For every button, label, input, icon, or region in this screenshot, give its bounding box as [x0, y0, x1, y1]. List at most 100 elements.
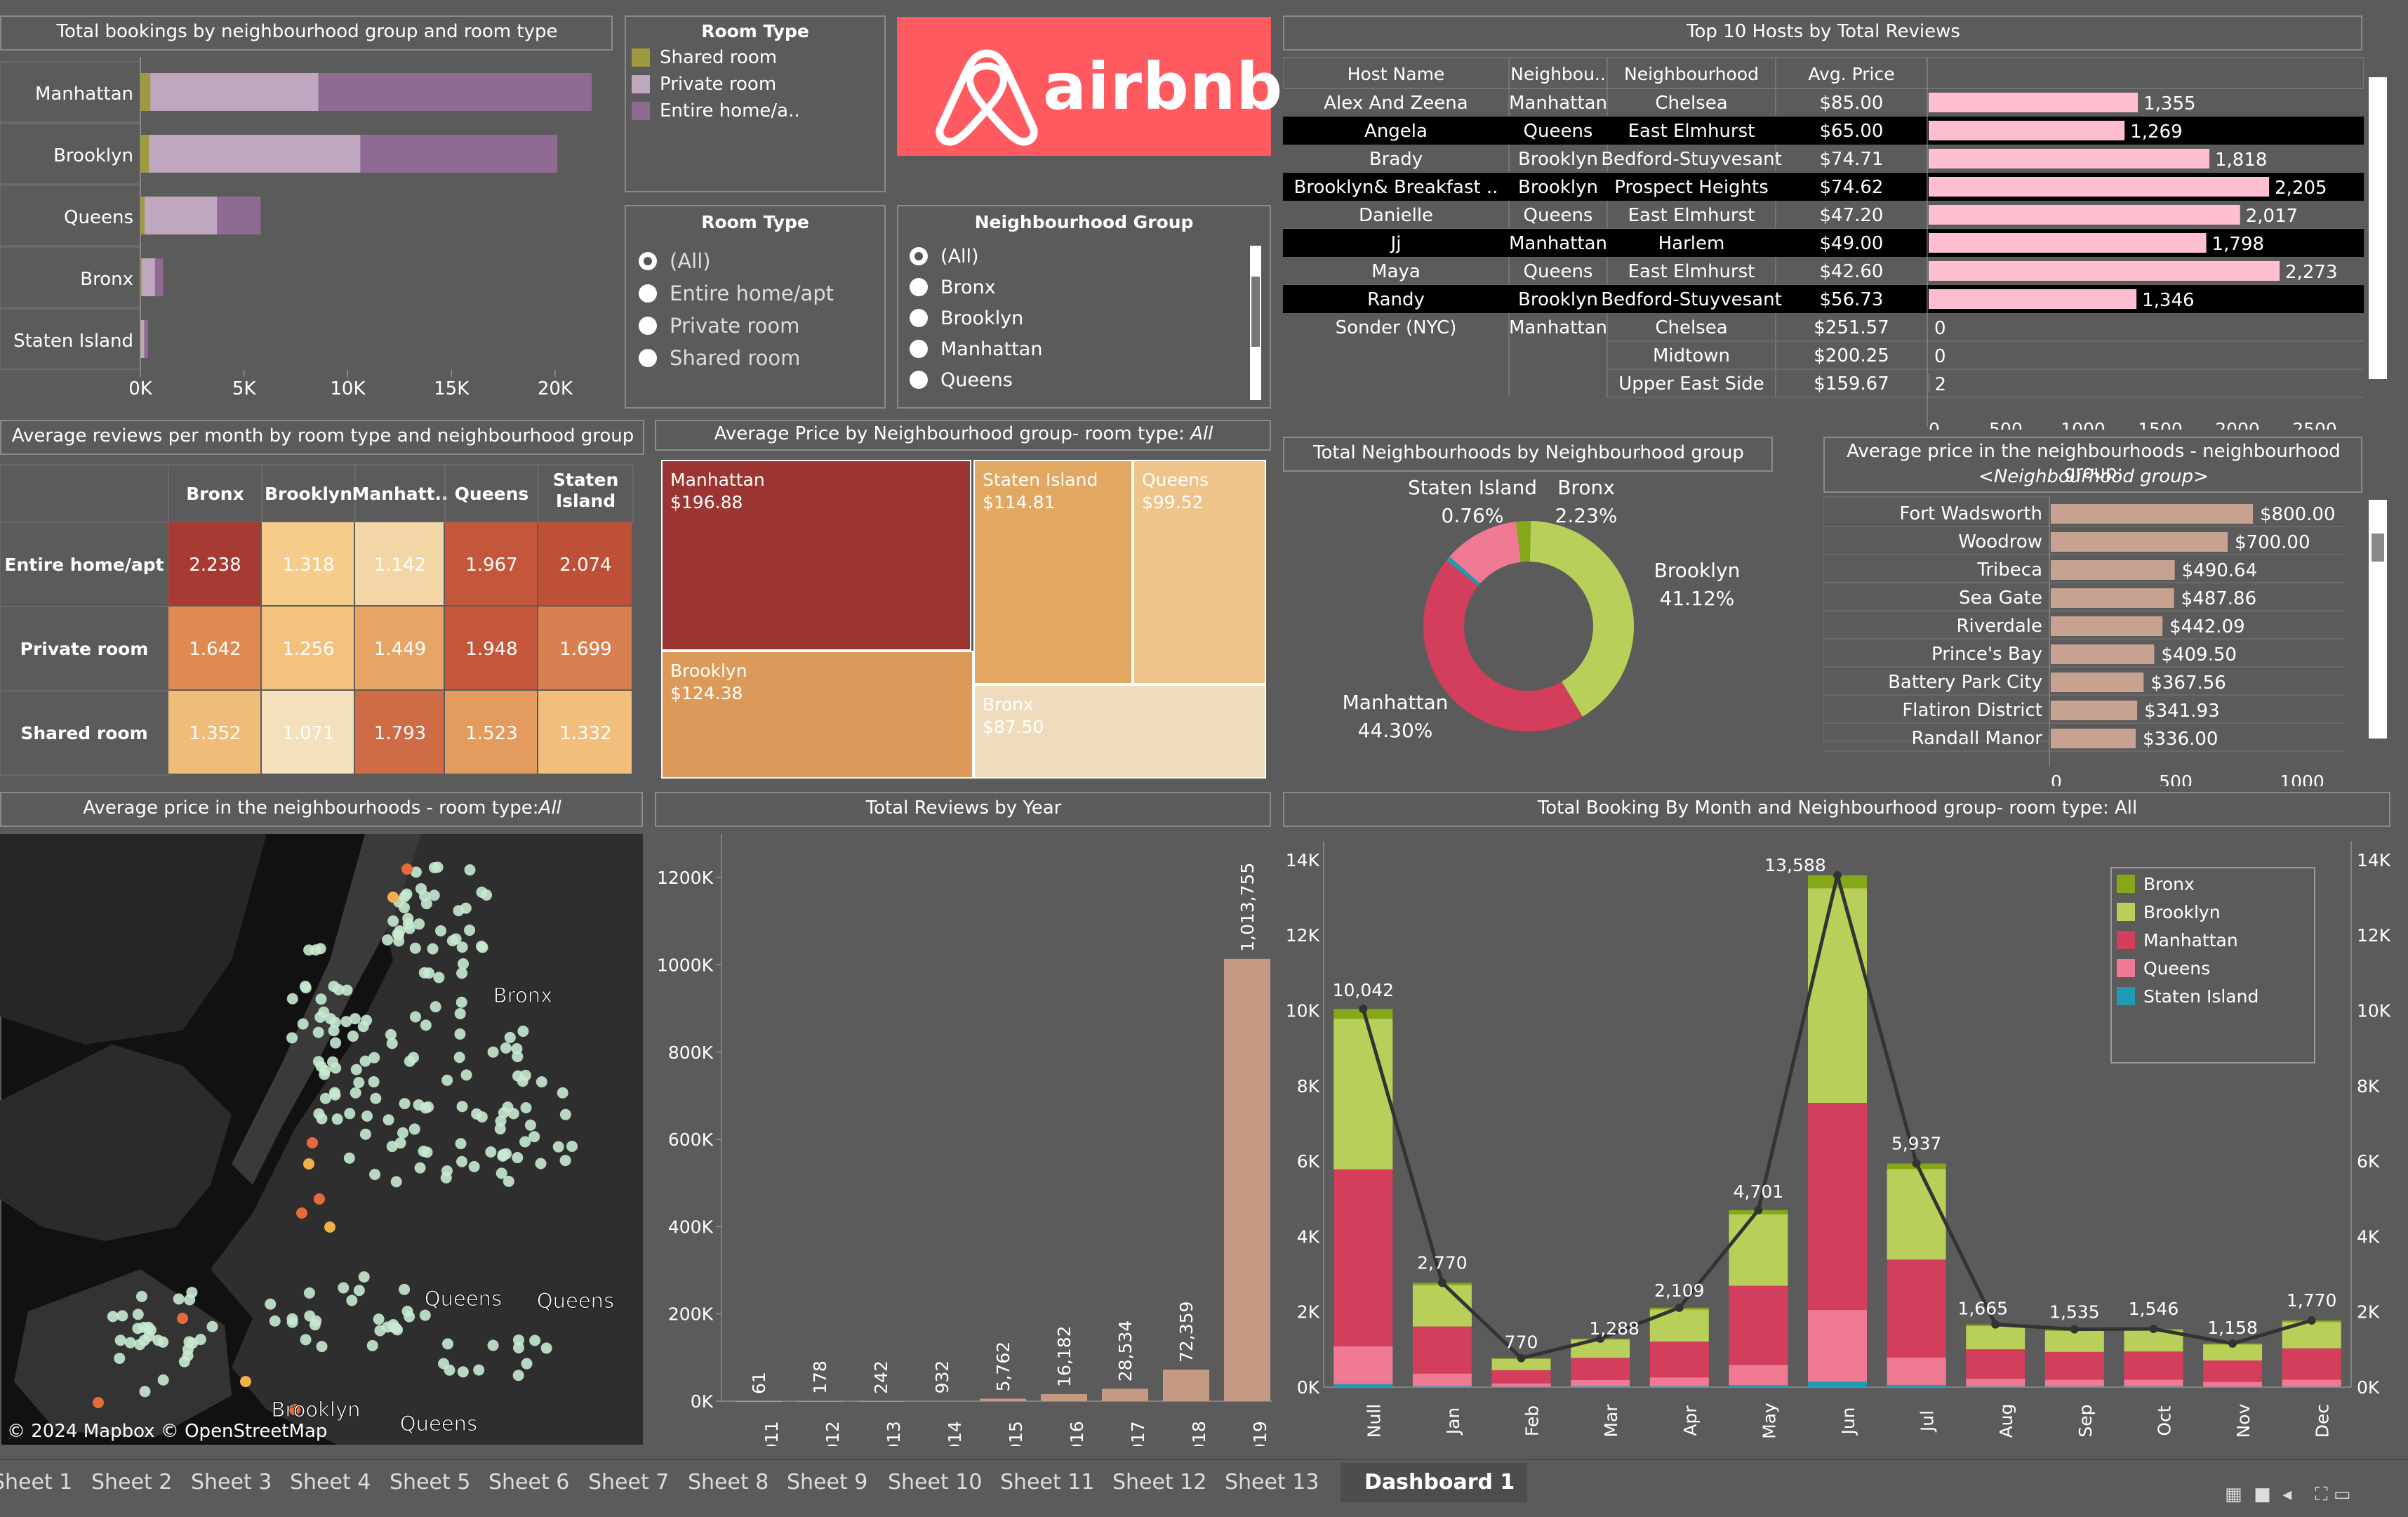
total-point[interactable]	[1754, 1206, 1762, 1214]
sheet-tab[interactable]: Sheet 8	[688, 1467, 769, 1498]
booking-bar-private-room[interactable]	[145, 197, 217, 234]
listing-dot[interactable]	[351, 1064, 362, 1075]
listing-dot[interactable]	[441, 1165, 453, 1177]
listing-dot[interactable]	[447, 935, 458, 946]
listing-dot[interactable]	[413, 1099, 425, 1111]
column-header[interactable]: Neighbou..	[1510, 64, 1606, 84]
listing-dot[interactable]	[420, 1310, 431, 1321]
sheet-tab[interactable]: Sheet 4	[290, 1467, 371, 1498]
listing-dot[interactable]	[454, 1028, 465, 1040]
sheet-tab[interactable]: Sheet 2	[91, 1467, 172, 1498]
listing-dot[interactable]	[477, 1111, 488, 1122]
listing-dot[interactable]	[327, 1056, 338, 1068]
year-bar[interactable]	[980, 1398, 1026, 1401]
month-bar-segment[interactable]	[1729, 1385, 1788, 1387]
listing-dot[interactable]	[265, 1299, 276, 1310]
month-bar-segment[interactable]	[1492, 1384, 1551, 1387]
month-bar-segment[interactable]	[2045, 1352, 2104, 1380]
month-bar-segment[interactable]	[1413, 1386, 1472, 1387]
total-point[interactable]	[1675, 1304, 1684, 1312]
sheet-tab[interactable]: Sheet 10	[888, 1467, 982, 1498]
hood-bar[interactable]	[2051, 729, 2136, 748]
booking-bar-private-room[interactable]	[150, 73, 318, 111]
listing-dot[interactable]	[415, 1162, 426, 1174]
listing-dot[interactable]	[536, 1158, 547, 1169]
radio-icon[interactable]	[639, 252, 657, 270]
listing-dot[interactable]	[415, 883, 427, 894]
listing-dot[interactable]	[350, 1087, 361, 1099]
listing-dot[interactable]	[418, 1146, 430, 1157]
month-bar-segment[interactable]	[1333, 1346, 1392, 1384]
total-point[interactable]	[1359, 1005, 1367, 1013]
listing-dot[interactable]	[115, 1334, 126, 1346]
year-bar[interactable]	[919, 1400, 965, 1401]
radio-icon[interactable]	[910, 371, 928, 389]
month-bar-segment[interactable]	[1808, 1103, 1867, 1310]
month-bar-segment[interactable]	[1571, 1380, 1630, 1386]
listing-dot[interactable]	[458, 958, 469, 969]
review-bar[interactable]	[1929, 93, 2138, 112]
present-icon[interactable]: ▭	[2334, 1484, 2351, 1505]
month-bar-segment[interactable]	[1333, 1170, 1392, 1346]
listing-dot-high[interactable]	[314, 1193, 325, 1205]
listing-dot[interactable]	[557, 1087, 568, 1099]
listing-dot[interactable]	[315, 943, 326, 954]
month-bar-segment[interactable]	[1492, 1370, 1551, 1384]
radio-option[interactable]: Private room	[639, 310, 884, 342]
listing-dot[interactable]	[139, 1386, 150, 1397]
listing-dot[interactable]	[455, 1008, 466, 1019]
booking-bar-private-room[interactable]	[149, 135, 360, 173]
total-point[interactable]	[2228, 1339, 2237, 1348]
radio-icon[interactable]	[639, 349, 657, 367]
sheet-tab[interactable]: Sheet 12	[1112, 1467, 1206, 1498]
radio-icon[interactable]	[910, 309, 928, 327]
total-point[interactable]	[1913, 1159, 1921, 1167]
listing-dot[interactable]	[182, 1344, 194, 1355]
listing-dot[interactable]	[408, 1052, 419, 1063]
listing-dot[interactable]	[184, 1294, 195, 1305]
hood-bar[interactable]	[2051, 616, 2162, 636]
month-bar-segment[interactable]	[1966, 1386, 2025, 1387]
listing-dot[interactable]	[325, 1013, 336, 1024]
legend-item[interactable]: Private room	[632, 71, 884, 98]
booking-bar-private-room[interactable]	[142, 258, 155, 296]
review-bar[interactable]	[1929, 261, 2280, 281]
listing-dot[interactable]	[560, 1155, 571, 1166]
legend-label[interactable]: Manhattan	[2143, 930, 2238, 950]
month-bar-segment[interactable]	[1333, 1019, 1392, 1170]
month-bar-segment[interactable]	[2124, 1351, 2183, 1379]
listing-dot[interactable]	[457, 941, 468, 953]
listing-dot[interactable]	[304, 1287, 315, 1299]
year-bar[interactable]	[736, 1401, 782, 1402]
hood-bar[interactable]	[2051, 504, 2253, 524]
listing-dot[interactable]	[287, 1317, 298, 1328]
fullscreen-icon[interactable]: ⛶	[2315, 1484, 2327, 1505]
booking-bar-entire-home-a-[interactable]	[217, 197, 260, 234]
total-point[interactable]	[2308, 1316, 2316, 1325]
booking-bar-private-room[interactable]	[140, 320, 144, 358]
month-bar-segment[interactable]	[1887, 1259, 1946, 1358]
listing-dot[interactable]	[330, 1089, 341, 1101]
listing-dot[interactable]	[505, 1032, 516, 1043]
listing-dot-high[interactable]	[324, 1221, 335, 1233]
listing-dot[interactable]	[427, 943, 439, 955]
month-bar-segment[interactable]	[1492, 1386, 1551, 1387]
month-bar-segment[interactable]	[2203, 1382, 2262, 1387]
column-header[interactable]: Avg. Price	[1808, 64, 1894, 84]
listing-dot-high[interactable]	[401, 863, 413, 875]
listing-dot[interactable]	[317, 1341, 328, 1352]
hood-bar[interactable]	[2051, 588, 2174, 608]
radio-option[interactable]: Queens	[910, 364, 1270, 395]
listing-dot[interactable]	[456, 997, 467, 1008]
sheet-tab[interactable]: Sheet 3	[191, 1467, 272, 1498]
listing-dot[interactable]	[346, 1295, 357, 1306]
radio-option[interactable]: Entire home/apt	[639, 277, 884, 310]
month-bar-segment[interactable]	[1650, 1342, 1709, 1377]
month-bar-segment[interactable]	[1887, 1358, 1946, 1385]
listing-dot[interactable]	[328, 981, 340, 992]
month-bar-segment[interactable]	[1729, 1365, 1788, 1385]
booking-bar-shared-room[interactable]	[140, 135, 149, 173]
listing-dot-high[interactable]	[303, 1158, 314, 1170]
listing-dot[interactable]	[344, 1153, 355, 1164]
listing-dot[interactable]	[464, 925, 475, 936]
